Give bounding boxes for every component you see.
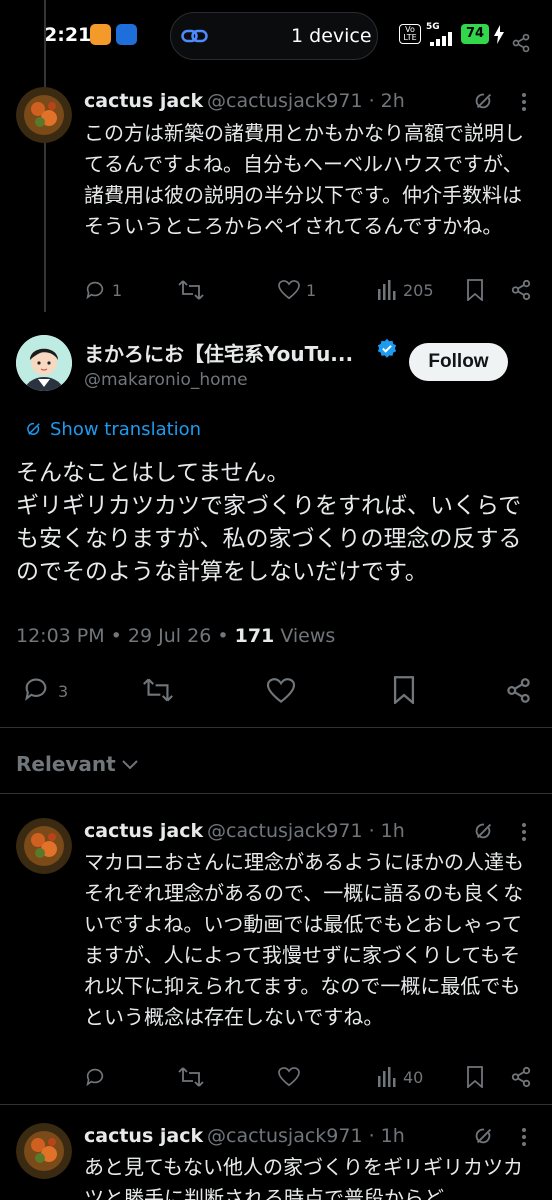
bookmark-icon[interactable] [466, 1066, 484, 1088]
views-label: Views [280, 625, 336, 647]
notification-app-icon-2 [116, 24, 137, 45]
author-name[interactable]: まかろにお【住宅系YouTu... [84, 338, 353, 367]
reply-tweet[interactable]: cactus jack @cactusjack971 · 1h あと見てもない他… [0, 1120, 552, 1200]
pill-label: 1 device [291, 25, 372, 47]
author-name[interactable]: cactus jack [84, 1125, 203, 1147]
divider [0, 727, 552, 728]
battery-indicator: 74 [461, 24, 489, 44]
retweet-icon[interactable] [142, 677, 174, 703]
views-icon[interactable] [377, 1067, 397, 1087]
tweet-text: この方は新築の諸費用とかもかなり高額で説明してるんですよね。自分もヘーベルハウス… [84, 121, 524, 238]
sort-label: Relevant [16, 752, 116, 776]
like-icon[interactable] [278, 280, 300, 300]
author-name[interactable]: cactus jack [84, 90, 203, 112]
like-icon[interactable] [266, 678, 296, 704]
timestamp-text: 12:03 PM • 29 Jul 26 • [16, 625, 229, 647]
verified-badge-icon [377, 338, 397, 358]
divider [0, 1104, 552, 1105]
avatar[interactable] [16, 335, 72, 391]
reply-count: 3 [58, 682, 69, 701]
network-type: 5G [426, 22, 440, 32]
reply-tweet[interactable]: cactus jack @cactusjack971 · 2h この方は新築の諸… [0, 84, 552, 316]
divider [0, 793, 552, 794]
tweet-timestamp: 12:03 PM • 29 Jul 26 • 171 Views [16, 625, 335, 647]
share-icon[interactable] [510, 1066, 532, 1088]
reply-icon[interactable] [22, 675, 50, 703]
reply-tweet[interactable]: cactus jack @cactusjack971 · 1h マカロニおさんに… [0, 815, 552, 1100]
view-count: 205 [403, 281, 434, 300]
author-handle[interactable]: @cactusjack971 · 1h [207, 1125, 405, 1147]
share-icon[interactable] [510, 279, 532, 301]
like-count: 1 [306, 281, 317, 300]
grok-icon[interactable] [473, 90, 495, 112]
bookmark-icon[interactable] [466, 279, 484, 301]
more-icon[interactable] [516, 822, 532, 842]
sort-dropdown[interactable]: Relevant [16, 752, 116, 776]
author-handle[interactable]: @makaronio_home [84, 370, 248, 390]
author-name[interactable]: cactus jack [84, 820, 203, 842]
share-icon [512, 33, 530, 53]
bookmark-icon[interactable] [392, 676, 416, 704]
tweet-text: あと見てもない他人の家づくりをギリギリカツカツと勝手に判断される時点で普段からど [84, 1155, 523, 1200]
chevron-down-icon[interactable] [121, 758, 139, 772]
tweet-text: そんなことはしてません。 ギリギリカツカツで家づくりをすれば、いくらでも安くなり… [16, 460, 522, 585]
views-icon[interactable] [377, 280, 397, 300]
view-count: 40 [403, 1068, 424, 1087]
volte-icon: Vo LTE [399, 24, 421, 44]
link-icon [181, 29, 208, 43]
grok-icon [27, 422, 40, 435]
tweet-text: マカロニおさんに理念があるようにほかの人達もそれぞれ理念があるので、一概に語るの… [84, 850, 524, 1029]
signal-icon [430, 32, 452, 46]
share-icon[interactable] [505, 677, 532, 704]
notification-app-icon [90, 24, 111, 45]
more-icon[interactable] [516, 92, 532, 112]
avatar[interactable] [16, 818, 72, 874]
charging-icon [494, 25, 504, 44]
main-tweet: まかろにお【住宅系YouTu... @makaronio_home Follow… [0, 330, 552, 715]
status-bar: 2:21 1 device Vo LTE 5G 74 [0, 0, 552, 75]
grok-icon[interactable] [473, 1125, 495, 1147]
grok-icon[interactable] [473, 820, 495, 842]
views-count: 171 [234, 625, 275, 647]
like-icon[interactable] [278, 1067, 300, 1087]
reply-icon[interactable] [84, 1066, 106, 1088]
reply-icon[interactable] [84, 279, 106, 301]
retweet-icon[interactable] [178, 279, 204, 301]
follow-button[interactable]: Follow [409, 343, 508, 381]
more-icon[interactable] [516, 1127, 532, 1147]
author-handle[interactable]: @cactusjack971 · 2h [207, 90, 405, 112]
avatar[interactable] [16, 87, 72, 143]
show-translation-link[interactable]: Show translation [50, 419, 201, 440]
clock: 2:21 [44, 24, 92, 46]
author-handle[interactable]: @cactusjack971 · 1h [207, 820, 405, 842]
reply-count: 1 [112, 281, 123, 300]
avatar[interactable] [16, 1123, 72, 1179]
retweet-icon[interactable] [178, 1066, 204, 1088]
